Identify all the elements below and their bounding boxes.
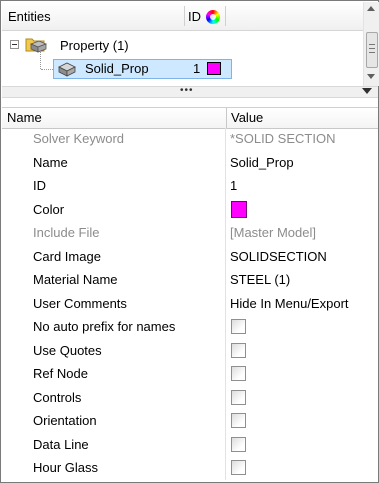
row-color[interactable]: Color (2, 199, 378, 223)
property-folder-icon (25, 38, 47, 53)
row-value: [Master Model] (230, 225, 316, 240)
entities-column-header[interactable]: Entities (8, 9, 51, 24)
solid-prop-name[interactable]: Solid_Prop (85, 61, 149, 76)
row-label: Ref Node (33, 366, 88, 381)
id-column-header[interactable]: ID (188, 9, 201, 24)
row-material-name[interactable]: Material Name STEEL (1) (2, 269, 378, 293)
solid-prop-color-swatch[interactable] (207, 62, 221, 75)
value-column-header[interactable]: Value (231, 110, 263, 125)
user-comments-value[interactable]: Hide In Menu/Export (230, 296, 349, 311)
header-separator (225, 6, 226, 26)
use-quotes-checkbox[interactable] (231, 342, 246, 358)
row-label: Name (33, 154, 68, 170)
header-separator (184, 6, 185, 26)
color-swatch-button[interactable] (231, 200, 247, 218)
row-use-quotes[interactable]: Use Quotes (2, 340, 378, 364)
row-card-image[interactable]: Card Image SOLIDSECTION (2, 246, 378, 270)
row-label: Orientation (33, 413, 97, 428)
row-orientation[interactable]: Orientation (2, 410, 378, 434)
row-label: Solver Keyword (33, 131, 125, 146)
tree-connector (40, 51, 41, 69)
scroll-down-icon[interactable] (367, 74, 375, 79)
name-value-field[interactable]: Solid_Prop (230, 155, 294, 170)
row-label: No auto prefix for names (33, 319, 176, 334)
tree-connector (41, 69, 53, 70)
no-auto-prefix-checkbox[interactable] (231, 319, 246, 334)
ref-node-checkbox[interactable] (231, 366, 246, 381)
card-image-value[interactable]: SOLIDSECTION (230, 249, 327, 264)
property-panel: Entities ID Property (1) Solid_Prop 1 ••… (0, 0, 379, 483)
orientation-checkbox[interactable] (231, 413, 246, 428)
name-column-header[interactable]: Name (7, 110, 42, 125)
solid-property-icon (58, 62, 76, 77)
row-include-file: Include File [Master Model] (2, 222, 378, 246)
row-solver-keyword: Solver Keyword *SOLID SECTION (2, 128, 378, 152)
scroll-thumb[interactable] (366, 32, 378, 68)
tree-scrollbar[interactable] (363, 2, 379, 86)
color-wheel-icon[interactable] (206, 10, 220, 24)
properties-table: Solver Keyword *SOLID SECTION Name Solid… (2, 128, 378, 481)
row-value: *SOLID SECTION (230, 131, 336, 146)
row-name[interactable]: Name Solid_Prop (2, 152, 378, 176)
row-controls[interactable]: Controls (2, 387, 378, 411)
dropdown-arrow-icon[interactable] (362, 88, 372, 94)
row-label: Card Image (33, 248, 101, 264)
row-label: Color (33, 201, 65, 217)
row-data-line[interactable]: Data Line (2, 434, 378, 458)
data-line-checkbox[interactable] (231, 436, 246, 452)
scroll-up-icon[interactable] (367, 6, 375, 11)
solid-prop-id: 1 (193, 61, 201, 76)
row-label: User Comments (33, 295, 127, 311)
row-label: Controls (33, 389, 82, 405)
collapse-icon[interactable] (10, 40, 19, 49)
entities-header: Entities ID (2, 2, 363, 31)
material-name-value[interactable]: STEEL (1) (230, 272, 290, 287)
controls-checkbox[interactable] (231, 389, 246, 405)
properties-header: Name Value (2, 107, 378, 129)
row-label: Include File (33, 225, 100, 240)
row-hour-glass[interactable]: Hour Glass (2, 457, 378, 481)
column-separator[interactable] (226, 108, 227, 128)
row-id[interactable]: ID 1 (2, 175, 378, 199)
row-label: Material Name (33, 272, 118, 287)
row-label: ID (33, 178, 46, 193)
row-label: Hour Glass (33, 460, 99, 475)
row-user-comments[interactable]: User Comments Hide In Menu/Export (2, 293, 378, 317)
row-label: Data Line (33, 436, 89, 452)
id-value-field[interactable]: 1 (230, 178, 237, 193)
hour-glass-checkbox[interactable] (231, 460, 246, 475)
tree-node-property[interactable]: Property (1) (60, 38, 129, 53)
row-label: Use Quotes (33, 342, 102, 358)
splitter-grip-icon[interactable]: ••• (180, 86, 194, 96)
panel-splitter[interactable]: ••• (2, 86, 378, 98)
row-ref-node[interactable]: Ref Node (2, 363, 378, 387)
row-no-auto-prefix[interactable]: No auto prefix for names (2, 316, 378, 340)
